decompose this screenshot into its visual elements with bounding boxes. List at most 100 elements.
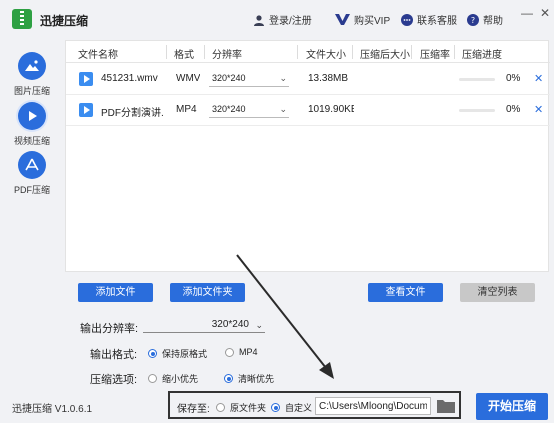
file-list-panel: 文件名称 格式 分辨率 文件大小 压缩后大小 压缩率 压缩进度 451231.w… — [65, 40, 550, 272]
sidebar-item-video-compress[interactable]: 视频压缩 — [0, 102, 64, 147]
title-bar: 迅捷压缩 登录/注册 购买VIP 联系客服 ? 帮助 — ✕ — [0, 0, 554, 38]
radio-dot — [225, 347, 234, 357]
column-header-ratio: 压缩率 — [420, 50, 450, 61]
radio-label: 自定义 — [285, 403, 313, 413]
radio-label: 缩小优先 — [162, 374, 199, 384]
login-button[interactable]: 登录/注册 — [253, 12, 312, 27]
file-size: 1019.90KE — [308, 104, 354, 115]
buy-vip-button[interactable]: 购买VIP — [335, 12, 390, 27]
vip-icon — [335, 14, 350, 25]
radio-label: 保持原格式 — [162, 349, 208, 359]
chevron-down-icon: ⌄ — [279, 104, 287, 114]
column-divider — [454, 45, 455, 59]
vip-label: 购买VIP — [354, 16, 391, 27]
clear-list-button[interactable]: 清空列表 — [460, 283, 535, 302]
compress-option-label: 压缩选项: — [90, 374, 138, 386]
folder-icon[interactable] — [436, 397, 456, 414]
radio-dot — [216, 403, 225, 412]
column-header-size: 文件大小 — [306, 50, 346, 61]
minimize-button[interactable]: — — [520, 6, 534, 20]
save-custom-radio[interactable]: 自定义 — [271, 401, 312, 414]
resolution-value: 320*240 — [212, 73, 246, 83]
column-header-after-size: 压缩后大小 — [360, 50, 410, 61]
compress-clear-radio[interactable]: 清晰优先 — [224, 372, 274, 385]
app-logo-icon — [12, 9, 32, 29]
column-divider — [297, 45, 298, 59]
format-keep-radio[interactable]: 保持原格式 — [148, 347, 207, 360]
compress-small-radio[interactable]: 缩小优先 — [148, 372, 198, 385]
chevron-down-icon: ⌄ — [279, 73, 287, 83]
image-icon — [18, 52, 46, 80]
view-file-button[interactable]: 查看文件 — [368, 283, 443, 302]
video-file-icon — [79, 103, 93, 117]
radio-dot — [271, 403, 280, 412]
column-header-progress: 压缩进度 — [462, 50, 502, 61]
radio-label: 原文件夹 — [230, 403, 267, 413]
remove-row-icon[interactable]: ✕ — [534, 72, 543, 85]
start-compress-button[interactable]: 开始压缩 — [476, 393, 548, 420]
contact-service-button[interactable]: 联系客服 — [401, 12, 457, 27]
svg-text:?: ? — [471, 16, 475, 25]
close-window-button[interactable]: ✕ — [538, 6, 552, 20]
radio-label: 清晰优先 — [238, 374, 275, 384]
file-name: PDF分割演讲... — [101, 108, 163, 119]
save-path-input[interactable] — [315, 397, 431, 415]
output-resolution-value: 320*240 — [211, 319, 249, 330]
progress-bar — [459, 109, 495, 112]
login-label: 登录/注册 — [269, 16, 312, 27]
column-header-resolution: 分辨率 — [212, 50, 242, 61]
progress-text: 0% — [506, 104, 521, 115]
resolution-value: 320*240 — [212, 104, 246, 114]
save-to-label: 保存至: — [177, 404, 210, 415]
sidebar-item-label: PDF压缩 — [13, 185, 50, 195]
footer-bar: 迅捷压缩 V1.0.6.1 保存至: 原文件夹 自定义 — [0, 388, 554, 423]
sidebar-item-pdf-compress[interactable]: PDF压缩 — [0, 151, 64, 196]
resolution-select[interactable]: 320*240 ⌄ — [209, 102, 289, 118]
radio-dot — [148, 374, 157, 383]
format-mp4-radio[interactable]: MP4 — [225, 347, 258, 357]
sidebar-item-image-compress[interactable]: 图片压缩 — [0, 52, 64, 97]
help-icon: ? — [467, 13, 479, 26]
file-name: 451231.wmv — [101, 73, 158, 84]
radio-dot — [224, 374, 233, 383]
column-divider — [352, 45, 353, 59]
save-location-box: 保存至: 原文件夹 自定义 — [168, 391, 461, 419]
help-label: 帮助 — [483, 16, 503, 27]
output-resolution-label: 输出分辨率: — [80, 323, 139, 335]
progress-bar — [459, 78, 495, 81]
add-file-button[interactable]: 添加文件 — [78, 283, 153, 302]
file-format: MP4 — [176, 104, 197, 115]
progress-text: 0% — [506, 73, 521, 84]
column-header-format: 格式 — [174, 50, 194, 61]
user-icon — [254, 14, 264, 26]
file-format: WMV — [176, 73, 201, 84]
app-window: 迅捷压缩 登录/注册 购买VIP 联系客服 ? 帮助 — ✕ 图片压缩 视频压缩… — [0, 0, 554, 423]
chevron-down-icon: ⌄ — [255, 320, 263, 330]
radio-dot — [148, 349, 157, 358]
sidebar: 图片压缩 视频压缩 PDF压缩 — [0, 38, 64, 380]
resolution-select[interactable]: 320*240 ⌄ — [209, 71, 289, 87]
add-folder-button[interactable]: 添加文件夹 — [170, 283, 245, 302]
app-title: 迅捷压缩 — [40, 14, 89, 28]
output-format-label: 输出格式: — [90, 349, 138, 361]
table-row[interactable]: PDF分割演讲... MP4 320*240 ⌄ 1019.90KE 0% ✕ — [66, 95, 550, 126]
output-resolution-select[interactable]: 320*240 ⌄ — [143, 318, 265, 333]
column-divider — [204, 45, 205, 59]
table-row[interactable]: 451231.wmv WMV 320*240 ⌄ 13.38MB 0% ✕ — [66, 64, 550, 95]
table-header: 文件名称 格式 分辨率 文件大小 压缩后大小 压缩率 压缩进度 — [66, 41, 550, 63]
play-icon — [18, 102, 46, 130]
help-button[interactable]: ? 帮助 — [467, 12, 503, 27]
chat-icon — [401, 13, 413, 26]
column-divider — [411, 45, 412, 59]
column-divider — [166, 45, 167, 59]
video-file-icon — [79, 72, 93, 86]
version-text: 迅捷压缩 V1.0.6.1 — [12, 404, 93, 415]
service-label: 联系客服 — [417, 16, 457, 27]
remove-row-icon[interactable]: ✕ — [534, 103, 543, 116]
save-original-radio[interactable]: 原文件夹 — [216, 401, 266, 414]
file-size: 13.38MB — [308, 73, 349, 84]
pdf-icon — [18, 151, 46, 179]
column-header-name: 文件名称 — [78, 50, 118, 61]
sidebar-item-label: 视频压缩 — [13, 136, 50, 146]
sidebar-item-label: 图片压缩 — [13, 86, 50, 96]
